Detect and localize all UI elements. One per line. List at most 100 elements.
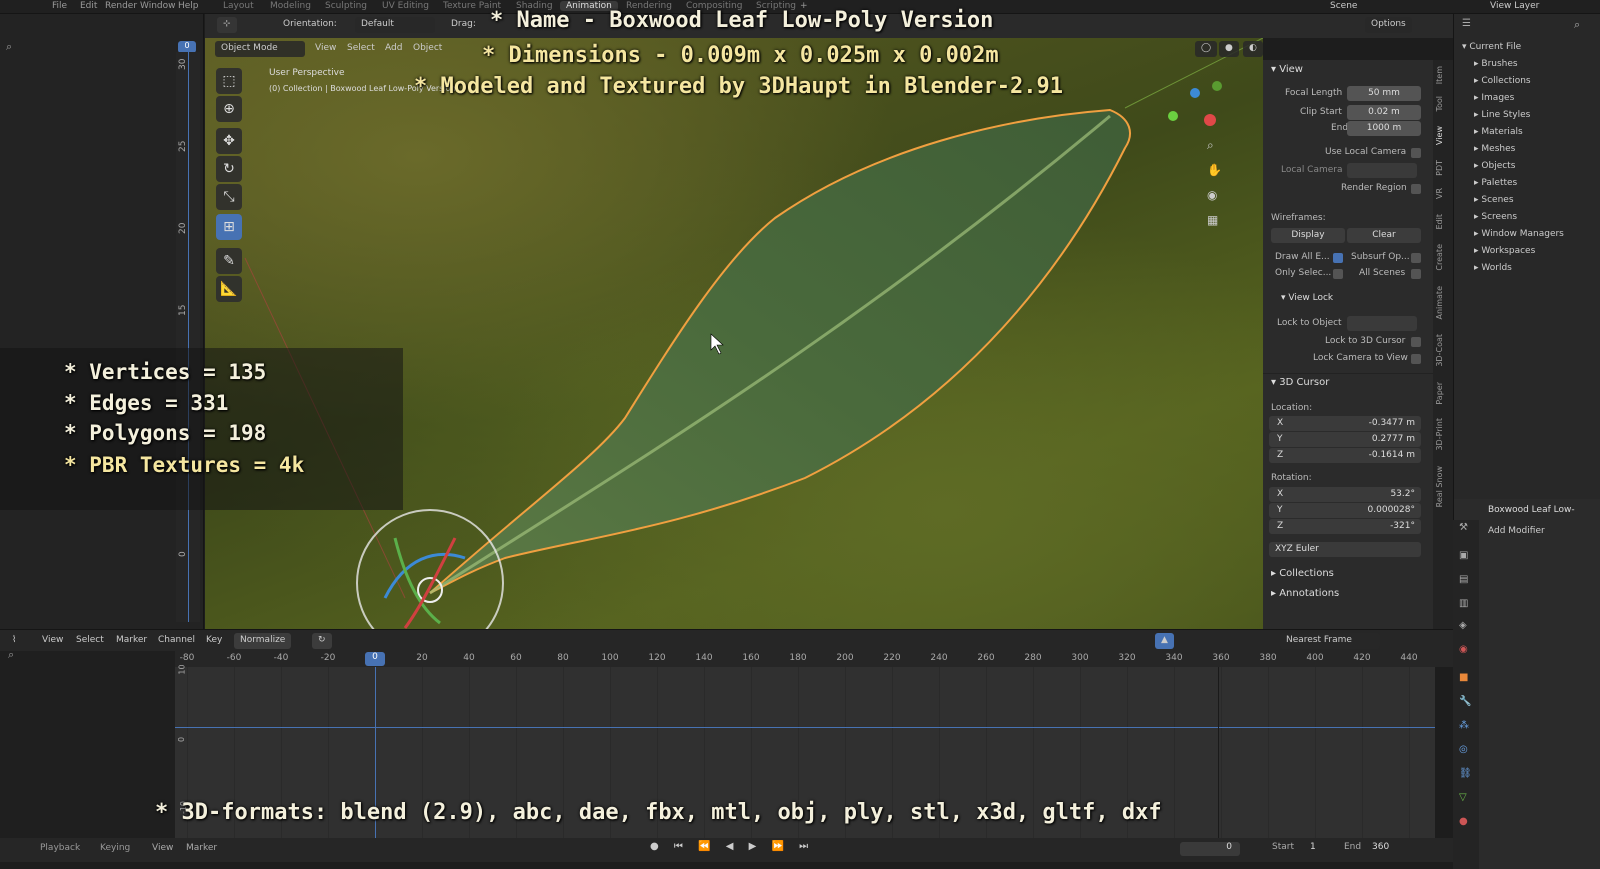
ortho-grid-icon[interactable]: ▦ (1207, 213, 1218, 227)
shading-solid-icon[interactable]: ● (1219, 41, 1239, 57)
particles-props-icon[interactable]: ⁂ (1459, 720, 1469, 731)
menu-add[interactable]: Add (379, 41, 408, 57)
outliner-item-meshes[interactable]: ▸ Meshes (1474, 144, 1515, 154)
editor-type-icon[interactable]: ⊹ (217, 17, 237, 33)
only-selected-checkbox[interactable] (1333, 269, 1343, 279)
render-region-checkbox[interactable] (1411, 184, 1421, 194)
search-icon[interactable]: ⌕ (6, 40, 12, 54)
scene-props-icon[interactable]: ◈ (1459, 620, 1467, 631)
current-frame-field[interactable]: 0 (1180, 842, 1240, 856)
cursor-tool-icon[interactable]: ⊕ (216, 96, 242, 122)
outliner-item-scenes[interactable]: ▸ Scenes (1474, 195, 1514, 205)
outliner-item-worlds[interactable]: ▸ Worlds (1474, 263, 1512, 273)
graph-editor-type-icon[interactable]: ⌇ (6, 633, 22, 649)
tl-menu-marker[interactable]: Marker (110, 633, 153, 649)
use-local-camera-checkbox[interactable] (1411, 148, 1421, 158)
tool-props-icon[interactable]: ⚒ (1459, 522, 1468, 533)
lock-camera-checkbox[interactable] (1411, 354, 1421, 364)
cursor-loc-y[interactable]: Y 0.2777 m (1269, 432, 1421, 447)
select-box-icon[interactable]: ⬚ (216, 68, 242, 94)
options-dropdown[interactable]: Options (1365, 17, 1412, 33)
move-tool-icon[interactable]: ✥ (216, 128, 242, 154)
cursor-rot-x[interactable]: X 53.2° (1269, 487, 1421, 502)
collections-section[interactable]: ▸ Collections (1271, 568, 1334, 579)
refresh-icon[interactable]: ↻ (312, 633, 332, 649)
annotations-section[interactable]: ▸ Annotations (1271, 588, 1339, 599)
outliner-search-icon[interactable]: ⌕ (1574, 18, 1580, 32)
playback-controls[interactable]: ● ⏮ ⏪ ◀ ▶ ⏩ ⏭ (650, 841, 814, 852)
scene-selector[interactable]: Scene (1330, 1, 1357, 11)
render-props-icon[interactable]: ▣ (1459, 550, 1468, 561)
outliner-root[interactable]: ▾ Current File (1462, 42, 1521, 52)
frame-ruler[interactable]: -80 -60 -40 -20 0 20 40 60 80 100 120 140 160 180 200 2… (175, 651, 1453, 667)
tab-vr[interactable]: VR (1435, 188, 1451, 199)
playback-menu[interactable]: Playback (40, 843, 80, 853)
annotate-tool-icon[interactable]: ✎ (216, 248, 242, 274)
outliner-display-mode-icon[interactable]: ☰ (1462, 18, 1471, 29)
add-modifier-button[interactable]: Add Modifier (1488, 526, 1545, 536)
scale-tool-icon[interactable]: ⤡ (216, 184, 242, 210)
marker-menu[interactable]: Marker (186, 843, 217, 853)
modifier-props-icon[interactable]: 🔧 (1459, 696, 1471, 707)
constraints-props-icon[interactable]: ⛓ (1459, 768, 1472, 779)
tl-menu-channel[interactable]: Channel (152, 633, 201, 649)
measure-tool-icon[interactable]: 📐 (216, 276, 242, 302)
end-field[interactable]: 360 (1372, 842, 1389, 852)
outliner-item-objects[interactable]: ▸ Objects (1474, 161, 1515, 171)
clip-end-field[interactable]: 1000 m (1347, 121, 1421, 136)
output-props-icon[interactable]: ▤ (1459, 574, 1468, 585)
focal-length-field[interactable]: 50 mm (1347, 86, 1421, 101)
view-layer-props-icon[interactable]: ▥ (1459, 598, 1468, 609)
tl-menu-view[interactable]: View (36, 633, 69, 649)
outliner-item-line-styles[interactable]: ▸ Line Styles (1474, 110, 1530, 120)
menu-window[interactable]: Window (140, 1, 176, 11)
only-selected-icon[interactable]: ▲ (1155, 633, 1174, 649)
start-field[interactable]: 1 (1310, 842, 1316, 852)
tl-menu-key[interactable]: Key (200, 633, 228, 649)
lock-to-object-field[interactable] (1347, 316, 1417, 331)
tab-layout[interactable]: Layout (223, 1, 254, 11)
tab-animate[interactable]: Animate (1435, 286, 1451, 320)
3d-cursor-section[interactable]: ▾ 3D Cursor (1271, 377, 1329, 388)
orientation-dropdown[interactable]: Default (355, 17, 435, 33)
lock-3d-cursor-checkbox[interactable] (1411, 337, 1421, 347)
outliner-item-palettes[interactable]: ▸ Palettes (1474, 178, 1517, 188)
tab-edit[interactable]: Edit (1435, 214, 1451, 230)
tab-3d-print[interactable]: 3D-Print (1435, 418, 1451, 451)
local-camera-field[interactable] (1347, 163, 1417, 178)
world-props-icon[interactable]: ◉ (1459, 644, 1468, 655)
tab-3d-coat[interactable]: 3D-Coat (1435, 334, 1451, 367)
menu-render[interactable]: Render (105, 1, 137, 11)
menu-help[interactable]: Help (178, 1, 199, 11)
view-lock-section[interactable]: ▾ View Lock (1281, 293, 1333, 303)
snap-dropdown[interactable]: Nearest Frame (1280, 633, 1380, 649)
shading-wire-icon[interactable]: ◯ (1195, 41, 1218, 57)
subsurf-checkbox[interactable] (1411, 253, 1421, 263)
current-frame-indicator[interactable]: 0 (365, 652, 385, 666)
outliner-item-screens[interactable]: ▸ Screens (1474, 212, 1517, 222)
outliner-item-window-managers[interactable]: ▸ Window Managers (1474, 229, 1564, 239)
view-layer-selector[interactable]: View Layer (1490, 1, 1539, 11)
data-props-icon[interactable]: ▽ (1459, 792, 1467, 803)
wireframe-display-button[interactable]: Display (1271, 228, 1345, 243)
tab-modeling[interactable]: Modeling (270, 1, 311, 11)
tab-paper[interactable]: Paper (1435, 382, 1451, 405)
channel-search-icon[interactable]: ⌕ (8, 648, 14, 662)
rotation-mode-dropdown[interactable]: XYZ Euler (1269, 542, 1421, 557)
outliner-item-images[interactable]: ▸ Images (1474, 93, 1514, 103)
tab-pdt[interactable]: PDT (1435, 160, 1451, 176)
material-props-icon[interactable]: ● (1459, 816, 1468, 827)
tab-sculpting[interactable]: Sculpting (325, 1, 367, 11)
cursor-rot-y[interactable]: Y 0.000028° (1269, 503, 1421, 518)
cursor-loc-z[interactable]: Z -0.1614 m (1269, 448, 1421, 463)
normalize-toggle[interactable]: Normalize (234, 633, 292, 649)
object-mode-dropdown[interactable]: Object Mode (215, 41, 305, 57)
zoom-icon[interactable]: ⌕ (1207, 138, 1214, 153)
graph-area[interactable]: 10 0 -10 (175, 664, 1435, 861)
3d-viewport[interactable]: User Perspective (0) Collection | Boxwoo… (205, 38, 1263, 629)
view-section-title[interactable]: ▾ View (1271, 64, 1303, 75)
tab-real-snow[interactable]: Real Snow (1435, 466, 1451, 507)
transform-tool-icon[interactable]: ⊞ (216, 214, 242, 240)
object-props-icon[interactable]: ■ (1459, 672, 1468, 683)
tab-create[interactable]: Create (1435, 244, 1451, 271)
